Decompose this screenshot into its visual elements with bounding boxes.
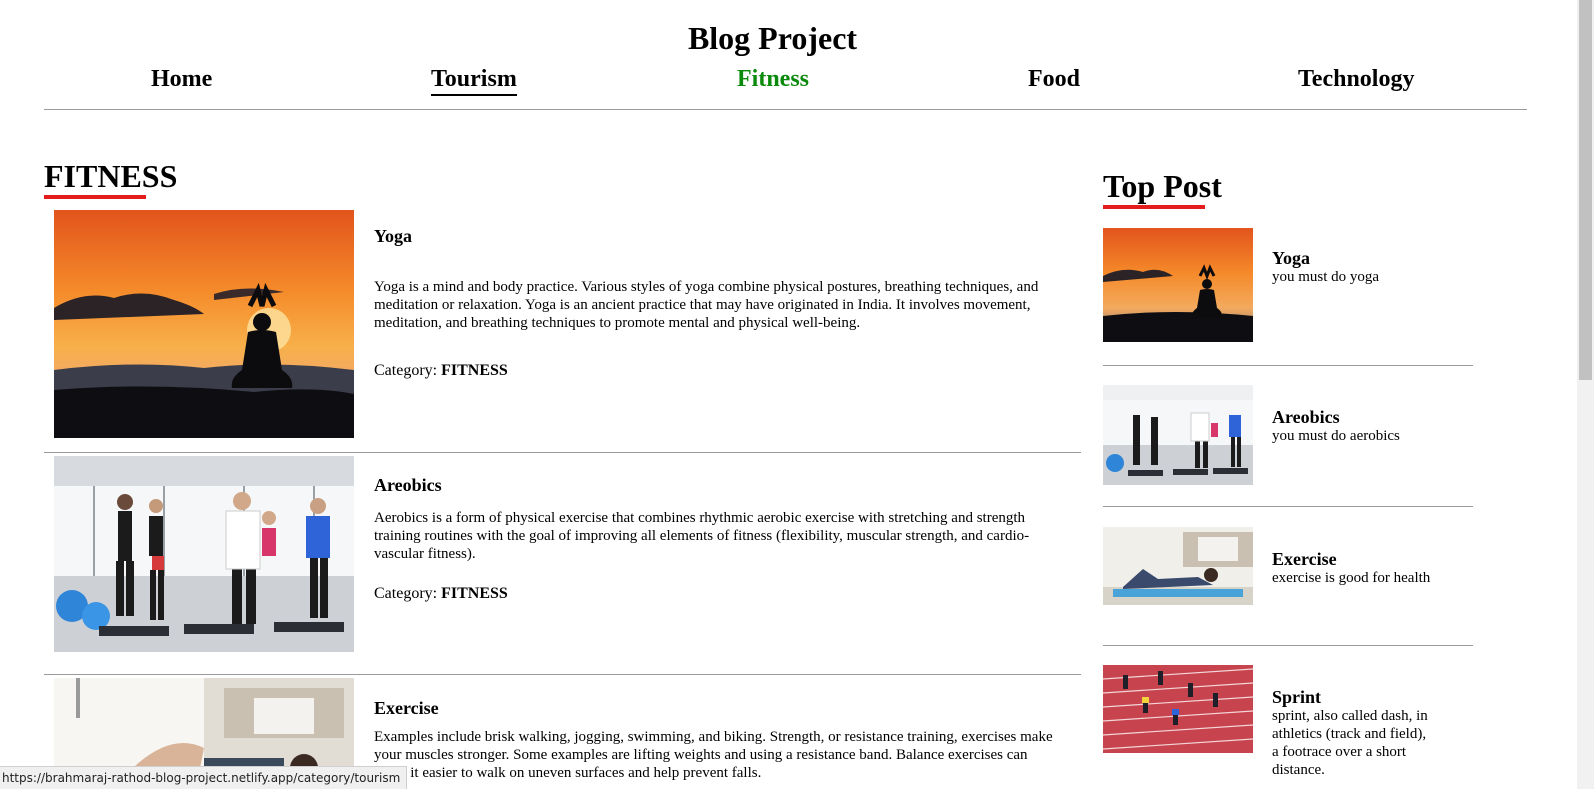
category-value[interactable]: FITNESS — [441, 362, 508, 379]
top-post-text: Sprint sprint, also called dash, in athl… — [1272, 687, 1432, 779]
post-title[interactable]: Areobics — [374, 476, 1054, 494]
top-post-image-sprint[interactable] — [1103, 665, 1253, 753]
nav-technology[interactable]: Technology — [1298, 66, 1414, 93]
post-description: Aerobics is a form of physical exercise … — [374, 510, 1030, 562]
top-post-title[interactable]: Sprint — [1272, 687, 1432, 707]
sidebar-title-underline — [1103, 205, 1205, 209]
post-card: Areobics Aerobics is a form of physical … — [44, 452, 1081, 675]
section-title-underline — [44, 195, 146, 199]
status-bar-url: https://brahmaraj-rathod-blog-project.ne… — [0, 766, 408, 789]
section-title: FITNESS — [44, 158, 178, 194]
top-post-text: Areobics you must do aerobics — [1272, 407, 1432, 445]
scrollbar-thumb[interactable] — [1579, 0, 1592, 380]
sidebar-title: Top Post — [1103, 168, 1222, 204]
post-title[interactable]: Exercise — [374, 699, 1054, 717]
top-post-item[interactable]: Exercise exercise is good for health — [1103, 527, 1473, 646]
post-description: Yoga is a mind and body practice. Variou… — [374, 279, 1039, 331]
post-category: Category: FITNESS — [374, 362, 1054, 380]
nav-tourism[interactable]: Tourism — [431, 66, 517, 96]
post-category: Category: FITNESS — [374, 585, 1054, 603]
post-content: Areobics Aerobics is a form of physical … — [374, 476, 1054, 603]
top-post-image-aerobics[interactable] — [1103, 385, 1253, 485]
post-content: Yoga Yoga is a mind and body practice. V… — [374, 227, 1054, 380]
post-image-yoga[interactable] — [54, 210, 354, 438]
post-title[interactable]: Yoga — [374, 227, 1054, 245]
top-post-snippet: exercise is good for health — [1272, 570, 1431, 586]
top-post-snippet: sprint, also called dash, in athletics (… — [1272, 708, 1428, 778]
top-post-text: Exercise exercise is good for health — [1272, 549, 1432, 587]
top-post-title[interactable]: Areobics — [1272, 407, 1432, 427]
top-post-item[interactable]: Sprint sprint, also called dash, in athl… — [1103, 665, 1473, 789]
top-post-snippet: you must do aerobics — [1272, 428, 1400, 444]
top-post-item[interactable]: Areobics you must do aerobics — [1103, 385, 1473, 507]
top-post-snippet: you must do yoga — [1272, 269, 1380, 285]
top-post-title[interactable]: Exercise — [1272, 549, 1432, 569]
category-value[interactable]: FITNESS — [441, 585, 508, 602]
page-scrollbar[interactable] — [1577, 0, 1594, 789]
top-post-image-exercise[interactable] — [1103, 527, 1253, 605]
top-post-image-yoga[interactable] — [1103, 228, 1253, 342]
category-label: Category: — [374, 362, 438, 379]
post-image-aerobics[interactable] — [54, 456, 354, 652]
top-post-item[interactable]: Yoga you must do yoga — [1103, 228, 1473, 366]
post-card: Yoga Yoga is a mind and body practice. V… — [44, 207, 1081, 453]
site-title: Blog Project — [687, 20, 858, 56]
nav-food[interactable]: Food — [1028, 66, 1080, 93]
top-post-text: Yoga you must do yoga — [1272, 248, 1432, 286]
post-content: Exercise Examples include brisk walking,… — [374, 699, 1054, 782]
nav-home[interactable]: Home — [151, 66, 212, 93]
blog-page: Blog Project Home Tourism Fitness Food T… — [0, 0, 1594, 789]
nav-fitness[interactable]: Fitness — [737, 66, 809, 93]
main-nav: Home Tourism Fitness Food Technology — [44, 64, 1527, 110]
category-label: Category: — [374, 585, 438, 602]
top-post-title[interactable]: Yoga — [1272, 248, 1432, 268]
post-description: Examples include brisk walking, jogging,… — [374, 729, 1053, 781]
